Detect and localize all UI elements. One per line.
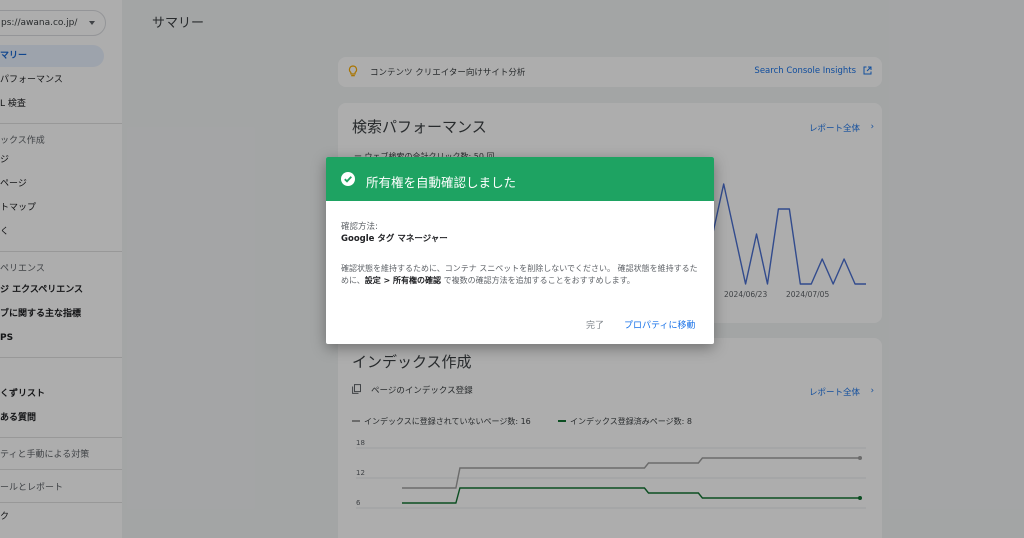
- method-value: Google タグ マネージャー: [341, 234, 448, 244]
- go-to-property-button[interactable]: プロパティに移動: [624, 318, 695, 331]
- check-circle-icon: [341, 172, 355, 186]
- done-button[interactable]: 完了: [586, 318, 604, 331]
- dialog-title: 所有権を自動確認しました: [366, 175, 517, 190]
- verification-dialog: 所有権を自動確認しました 確認方法: Google タグ マネージャー 確認状態…: [326, 157, 714, 344]
- desc-text: で複数の確認方法を追加することをおすすめします。: [441, 276, 635, 285]
- dialog-description: 確認状態を維持するために、コンテナ スニペットを削除しないでください。 確認状態…: [341, 263, 701, 287]
- method-label: 確認方法:: [341, 222, 378, 232]
- settings-path: 設定 > 所有権の確認: [364, 276, 442, 285]
- dialog-header: 所有権を自動確認しました: [326, 157, 714, 201]
